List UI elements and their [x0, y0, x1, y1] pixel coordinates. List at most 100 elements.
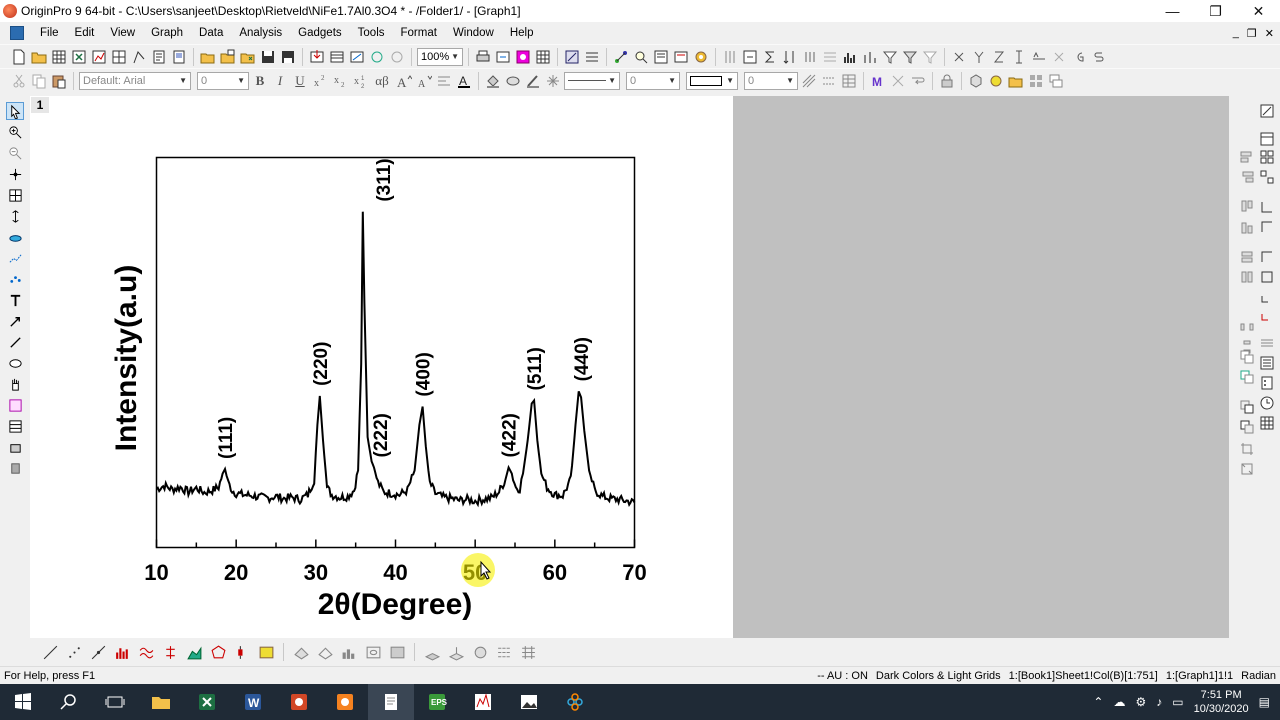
3d-wire-icon[interactable] — [315, 642, 335, 662]
menu-view[interactable]: View — [102, 27, 143, 39]
object-manager-icon[interactable] — [632, 48, 650, 66]
menu-data[interactable]: Data — [191, 27, 231, 39]
box-chart-icon[interactable] — [232, 642, 252, 662]
layer-tab[interactable]: 1 — [31, 97, 49, 113]
import-wizard-icon[interactable] — [348, 48, 366, 66]
filter-advanced-icon[interactable] — [901, 48, 919, 66]
font-color-icon[interactable]: A — [455, 72, 473, 90]
ungroup-icon[interactable] — [1240, 370, 1256, 386]
zoom-select[interactable]: 100% ▼ — [417, 47, 463, 66]
mdi-minimize-button[interactable]: _ — [1233, 27, 1239, 40]
new-layer-icon[interactable] — [1260, 356, 1276, 372]
zoom-out-icon[interactable] — [6, 144, 24, 162]
search-icon[interactable] — [46, 684, 92, 720]
line-plot-icon[interactable] — [40, 642, 60, 662]
line-style-select[interactable]: ▼ — [564, 71, 620, 90]
open-template-icon[interactable] — [219, 48, 237, 66]
import-multiple-ascii-icon[interactable] — [328, 48, 346, 66]
layer-list-icon[interactable] — [1260, 376, 1276, 392]
add-column-icon[interactable] — [721, 48, 739, 66]
hatch-pattern-icon[interactable] — [800, 72, 818, 90]
status-graph[interactable]: 1:[Graph1]1!1 — [1166, 670, 1233, 682]
onedrive-icon[interactable]: ☁ — [1113, 695, 1125, 709]
status-sheet[interactable]: 1:[Book1]Sheet1!Col(B)[1:751] — [1009, 670, 1158, 682]
line-tool-icon[interactable] — [6, 333, 24, 351]
mdi-restore-button[interactable]: ❐ — [1247, 27, 1257, 40]
excel-icon[interactable] — [184, 684, 230, 720]
line-color-icon[interactable] — [524, 72, 542, 90]
pointer-tool-icon[interactable] — [6, 102, 24, 120]
import-single-ascii-icon[interactable] — [308, 48, 326, 66]
clock[interactable]: 7:51 PM 10/30/2020 — [1194, 688, 1249, 716]
new-matrix-icon[interactable] — [110, 48, 128, 66]
open-excel-icon[interactable] — [239, 48, 257, 66]
contour-icon[interactable] — [363, 642, 383, 662]
pattern-icon[interactable] — [504, 72, 522, 90]
status-au[interactable]: -- AU : ON — [817, 670, 868, 682]
column-values-icon[interactable] — [741, 48, 759, 66]
crop-icon[interactable] — [1240, 442, 1256, 458]
fit-page-icon[interactable] — [1240, 462, 1256, 478]
italic-button[interactable]: I — [271, 73, 289, 89]
menu-format[interactable]: Format — [393, 27, 445, 39]
recalculate-icon[interactable] — [368, 48, 386, 66]
tile-icon[interactable] — [1027, 72, 1045, 90]
save-project-icon[interactable] — [259, 48, 277, 66]
new-graph-icon[interactable] — [90, 48, 108, 66]
menu-help[interactable]: Help — [502, 27, 542, 39]
table-format-icon[interactable] — [840, 72, 858, 90]
cut-icon[interactable] — [10, 72, 28, 90]
notifications-icon[interactable]: ▤ — [1259, 695, 1270, 709]
origin-pro-icon[interactable] — [322, 684, 368, 720]
polar-plot-icon[interactable] — [208, 642, 228, 662]
new-project-icon[interactable] — [10, 48, 28, 66]
eps-toolbar-icon[interactable]: EPS — [414, 684, 460, 720]
distribute-h-icon[interactable] — [1240, 320, 1256, 336]
data-reader-icon[interactable] — [6, 186, 24, 204]
column-plot-icon[interactable] — [112, 642, 132, 662]
font-select[interactable]: Default: Arial ▼ — [79, 71, 191, 90]
command-window-icon[interactable] — [583, 48, 601, 66]
regional-data-selector-icon[interactable] — [6, 249, 24, 267]
paste-icon[interactable] — [50, 72, 68, 90]
sort-icon[interactable] — [781, 48, 799, 66]
set-x-icon[interactable] — [950, 48, 968, 66]
greek-button[interactable]: αβ — [371, 73, 393, 89]
new-function-icon[interactable] — [130, 48, 148, 66]
template-library-icon[interactable] — [256, 642, 276, 662]
front-icon[interactable] — [1240, 400, 1256, 416]
group-icon[interactable] — [1240, 350, 1256, 366]
status-unit[interactable]: Radian — [1241, 670, 1276, 682]
network-icon[interactable]: ⚙ — [1135, 695, 1146, 709]
copy-icon[interactable] — [30, 72, 48, 90]
3d-surface-icon[interactable] — [291, 642, 311, 662]
font-size-select[interactable]: 0 ▼ — [197, 71, 249, 90]
extract-layers-icon[interactable] — [1260, 170, 1276, 186]
draw-data-icon[interactable] — [6, 228, 24, 246]
multi-curve-icon[interactable] — [136, 642, 156, 662]
tools-icon[interactable] — [987, 72, 1005, 90]
border-style-select[interactable]: ▼ — [686, 71, 738, 90]
menu-tools[interactable]: Tools — [350, 27, 393, 39]
axis-red-icon[interactable] — [1260, 308, 1276, 324]
image-plot-icon[interactable] — [387, 642, 407, 662]
smart-hint-icon[interactable] — [672, 48, 690, 66]
same-width-icon[interactable] — [1240, 250, 1256, 266]
grid-lines-icon[interactable] — [820, 72, 838, 90]
wrap-text-icon[interactable] — [909, 72, 927, 90]
new-folder-icon[interactable] — [30, 48, 48, 66]
set-error-icon[interactable] — [1010, 48, 1028, 66]
hand-tool-icon[interactable] — [6, 375, 24, 393]
folder-tools-icon[interactable] — [1007, 72, 1025, 90]
set-z-icon[interactable] — [990, 48, 1008, 66]
back-icon[interactable] — [1240, 420, 1256, 436]
area-plot-icon[interactable] — [184, 642, 204, 662]
volume-icon[interactable]: ♪ — [1156, 695, 1162, 709]
line-symbol-icon[interactable] — [88, 642, 108, 662]
notepad-icon[interactable] — [368, 684, 414, 720]
align-bottom-icon[interactable] — [1240, 220, 1256, 236]
new-workbook-icon[interactable] — [50, 48, 68, 66]
lock-icon[interactable] — [938, 72, 956, 90]
screen-reader-icon[interactable] — [6, 165, 24, 183]
align-right-icon[interactable] — [1240, 170, 1256, 186]
